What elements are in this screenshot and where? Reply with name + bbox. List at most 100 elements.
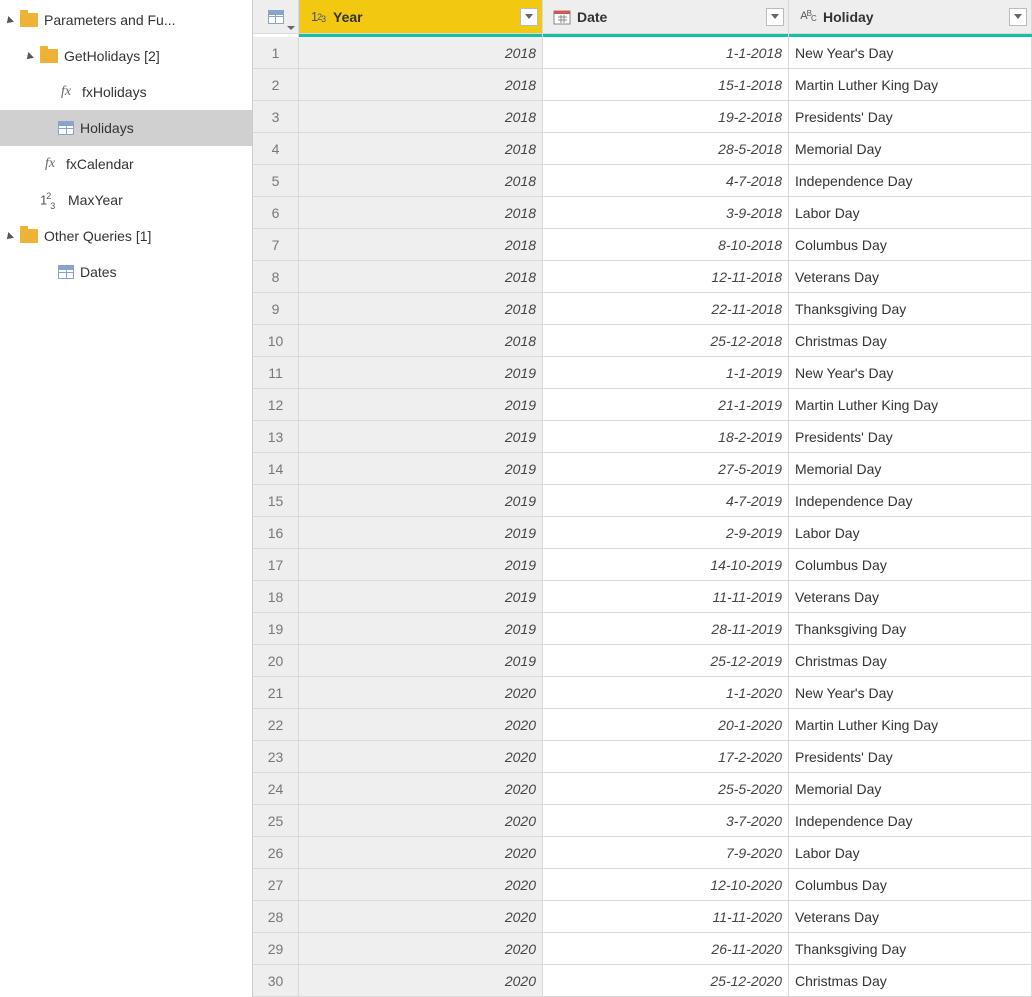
tree-group-getholidays[interactable]: GetHolidays [2] [0, 38, 252, 74]
cell-year[interactable]: 2019 [299, 389, 543, 420]
tree-item-maxyear[interactable]: 123 MaxYear [0, 182, 252, 218]
row-number-cell[interactable]: 19 [253, 613, 299, 644]
table-row[interactable]: 14201927-5-2019Memorial Day [253, 453, 1032, 485]
table-row[interactable]: 22202020-1-2020Martin Luther King Day [253, 709, 1032, 741]
table-row[interactable]: 20201925-12-2019Christmas Day [253, 645, 1032, 677]
table-row[interactable]: 30202025-12-2020Christmas Day [253, 965, 1032, 997]
cell-holiday[interactable]: Veterans Day [789, 261, 1032, 292]
row-number-cell[interactable]: 11 [253, 357, 299, 388]
cell-holiday[interactable]: Labor Day [789, 197, 1032, 228]
tree-item-fxholidays[interactable]: fx fxHolidays [0, 74, 252, 110]
table-row[interactable]: 23202017-2-2020Presidents' Day [253, 741, 1032, 773]
cell-year[interactable]: 2020 [299, 869, 543, 900]
cell-year[interactable]: 2020 [299, 837, 543, 868]
table-row[interactable]: 1120191-1-2019New Year's Day [253, 357, 1032, 389]
tree-group-otherqueries[interactable]: Other Queries [1] [0, 218, 252, 254]
column-filter-button[interactable] [766, 8, 784, 26]
row-number-cell[interactable]: 8 [253, 261, 299, 292]
tree-root-parameters[interactable]: Parameters and Fu... [0, 2, 252, 38]
table-row[interactable]: 9201822-11-2018Thanksgiving Day [253, 293, 1032, 325]
row-number-cell[interactable]: 12 [253, 389, 299, 420]
cell-year[interactable]: 2020 [299, 901, 543, 932]
cell-year[interactable]: 2020 [299, 965, 543, 996]
cell-holiday[interactable]: Memorial Day [789, 453, 1032, 484]
row-number-cell[interactable]: 5 [253, 165, 299, 196]
cell-year[interactable]: 2018 [299, 229, 543, 260]
cell-holiday[interactable]: Thanksgiving Day [789, 933, 1032, 964]
row-number-cell[interactable]: 4 [253, 133, 299, 164]
row-number-cell[interactable]: 28 [253, 901, 299, 932]
row-number-cell[interactable]: 21 [253, 677, 299, 708]
cell-year[interactable]: 2019 [299, 581, 543, 612]
table-row[interactable]: 28202011-11-2020Veterans Day [253, 901, 1032, 933]
table-row[interactable]: 4201828-5-2018Memorial Day [253, 133, 1032, 165]
column-header-date[interactable]: Date [543, 0, 789, 33]
cell-date[interactable]: 26-11-2020 [543, 933, 789, 964]
cell-holiday[interactable]: New Year's Day [789, 357, 1032, 388]
cell-date[interactable]: 1-1-2020 [543, 677, 789, 708]
cell-year[interactable]: 2020 [299, 677, 543, 708]
cell-holiday[interactable]: Christmas Day [789, 965, 1032, 996]
cell-holiday[interactable]: Christmas Day [789, 645, 1032, 676]
table-row[interactable]: 27202012-10-2020Columbus Day [253, 869, 1032, 901]
table-row[interactable]: 120181-1-2018New Year's Day [253, 37, 1032, 69]
cell-year[interactable]: 2019 [299, 357, 543, 388]
cell-date[interactable]: 12-11-2018 [543, 261, 789, 292]
cell-year[interactable]: 2018 [299, 197, 543, 228]
table-row[interactable]: 2620207-9-2020Labor Day [253, 837, 1032, 869]
cell-date[interactable]: 18-2-2019 [543, 421, 789, 452]
cell-date[interactable]: 20-1-2020 [543, 709, 789, 740]
row-number-cell[interactable]: 16 [253, 517, 299, 548]
cell-holiday[interactable]: Labor Day [789, 837, 1032, 868]
table-row[interactable]: 18201911-11-2019Veterans Day [253, 581, 1032, 613]
cell-year[interactable]: 2020 [299, 933, 543, 964]
table-row[interactable]: 13201918-2-2019Presidents' Day [253, 421, 1032, 453]
cell-year[interactable]: 2018 [299, 325, 543, 356]
cell-date[interactable]: 11-11-2020 [543, 901, 789, 932]
cell-date[interactable]: 8-10-2018 [543, 229, 789, 260]
cell-holiday[interactable]: Veterans Day [789, 581, 1032, 612]
cell-date[interactable]: 17-2-2020 [543, 741, 789, 772]
cell-date[interactable]: 25-12-2019 [543, 645, 789, 676]
cell-year[interactable]: 2019 [299, 645, 543, 676]
cell-date[interactable]: 7-9-2020 [543, 837, 789, 868]
cell-year[interactable]: 2019 [299, 485, 543, 516]
row-number-cell[interactable]: 6 [253, 197, 299, 228]
cell-year[interactable]: 2019 [299, 517, 543, 548]
table-row[interactable]: 10201825-12-2018Christmas Day [253, 325, 1032, 357]
row-number-header[interactable] [253, 0, 299, 33]
cell-holiday[interactable]: Veterans Day [789, 901, 1032, 932]
cell-date[interactable]: 22-11-2018 [543, 293, 789, 324]
table-row[interactable]: 3201819-2-2018Presidents' Day [253, 101, 1032, 133]
table-row[interactable]: 17201914-10-2019Columbus Day [253, 549, 1032, 581]
cell-year[interactable]: 2019 [299, 453, 543, 484]
cell-year[interactable]: 2018 [299, 165, 543, 196]
cell-date[interactable]: 3-7-2020 [543, 805, 789, 836]
cell-holiday[interactable]: New Year's Day [789, 677, 1032, 708]
cell-holiday[interactable]: Presidents' Day [789, 741, 1032, 772]
cell-holiday[interactable]: Independence Day [789, 485, 1032, 516]
tree-item-dates[interactable]: Dates [0, 254, 252, 290]
row-number-cell[interactable]: 24 [253, 773, 299, 804]
cell-date[interactable]: 4-7-2018 [543, 165, 789, 196]
table-row[interactable]: 29202026-11-2020Thanksgiving Day [253, 933, 1032, 965]
cell-date[interactable]: 3-9-2018 [543, 197, 789, 228]
cell-holiday[interactable]: Independence Day [789, 805, 1032, 836]
cell-holiday[interactable]: Memorial Day [789, 133, 1032, 164]
cell-year[interactable]: 2019 [299, 421, 543, 452]
row-number-cell[interactable]: 9 [253, 293, 299, 324]
cell-year[interactable]: 2020 [299, 741, 543, 772]
row-number-cell[interactable]: 27 [253, 869, 299, 900]
row-number-cell[interactable]: 2 [253, 69, 299, 100]
table-row[interactable]: 1620192-9-2019Labor Day [253, 517, 1032, 549]
cell-year[interactable]: 2018 [299, 69, 543, 100]
row-number-cell[interactable]: 29 [253, 933, 299, 964]
table-row[interactable]: 8201812-11-2018Veterans Day [253, 261, 1032, 293]
cell-year[interactable]: 2018 [299, 37, 543, 68]
row-number-cell[interactable]: 15 [253, 485, 299, 516]
table-row[interactable]: 2201815-1-2018Martin Luther King Day [253, 69, 1032, 101]
table-row[interactable]: 1520194-7-2019Independence Day [253, 485, 1032, 517]
row-number-cell[interactable]: 25 [253, 805, 299, 836]
cell-date[interactable]: 28-5-2018 [543, 133, 789, 164]
table-row[interactable]: 12201921-1-2019Martin Luther King Day [253, 389, 1032, 421]
